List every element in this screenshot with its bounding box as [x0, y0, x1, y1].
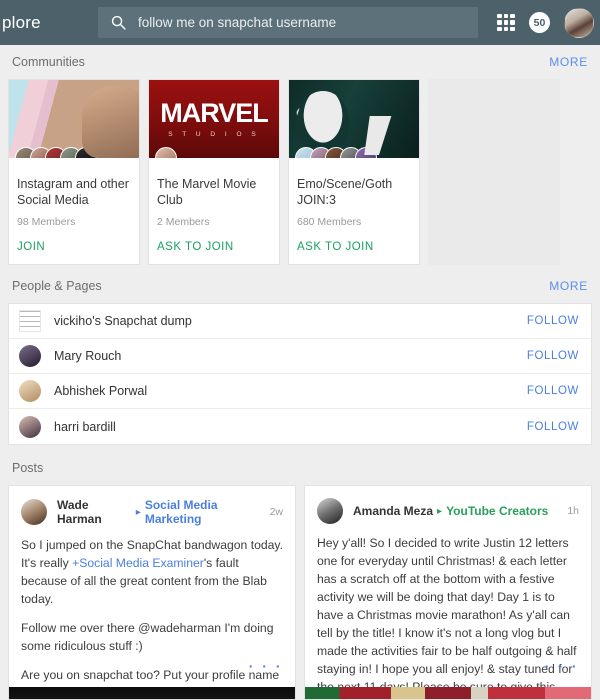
post-attached-image[interactable]: [305, 687, 591, 699]
list-item[interactable]: vickiho's Snapchat dump FOLLOW: [9, 304, 591, 339]
avatar[interactable]: [564, 7, 594, 38]
post-header: Wade Harman ▸ Social Media Marketing 2w: [9, 486, 295, 526]
post-paragraph: Hey y'all! So I decided to write Justin …: [317, 536, 577, 699]
community-join-button[interactable]: ASK TO JOIN: [297, 241, 411, 253]
follow-button[interactable]: FOLLOW: [527, 350, 579, 362]
communities-title: Communities: [12, 55, 85, 69]
avatar: [19, 380, 41, 402]
follow-button[interactable]: FOLLOW: [527, 385, 579, 397]
avatar: [19, 310, 41, 332]
post-attached-image[interactable]: [9, 687, 295, 699]
posts-row: Wade Harman ▸ Social Media Marketing 2w …: [0, 485, 600, 700]
notification-badge[interactable]: 50: [529, 12, 550, 33]
avatar[interactable]: [317, 498, 343, 524]
communities-section-header: Communities MORE: [0, 45, 600, 79]
search-input[interactable]: follow me on snapchat username: [98, 7, 478, 38]
avatar[interactable]: [21, 499, 47, 525]
community-card[interactable]: Emo/Scene/Goth JOIN:3 680 Members ASK TO…: [288, 79, 420, 265]
post-group[interactable]: YouTube Creators: [446, 504, 548, 518]
post-timestamp: 2w: [269, 506, 283, 518]
communities-more-link[interactable]: MORE: [549, 55, 588, 69]
community-name: Emo/Scene/Goth JOIN:3: [297, 177, 393, 207]
people-section-header: People & Pages MORE: [0, 269, 600, 303]
post-more-menu[interactable]: · · ·: [545, 658, 579, 674]
community-join-button[interactable]: JOIN: [17, 241, 131, 253]
community-cover-image: [9, 80, 139, 158]
avatar: [19, 345, 41, 367]
search-icon: [110, 14, 127, 31]
follow-button[interactable]: FOLLOW: [527, 315, 579, 327]
marvel-logo-text: MARVEL: [160, 98, 269, 128]
community-card-body: The Marvel Movie Club 2 Members ASK TO J…: [149, 158, 279, 264]
post-timestamp: 1h: [567, 505, 579, 517]
community-member-count: 98 Members: [17, 216, 76, 228]
page-title: plore: [2, 12, 41, 32]
member-avatar-stack: [155, 147, 177, 158]
person-name: vickiho's Snapchat dump: [54, 314, 192, 328]
communities-strip: Instagram and other Social Media 98 Memb…: [0, 79, 600, 265]
post-more-menu[interactable]: · · ·: [249, 658, 283, 674]
people-list: vickiho's Snapchat dump FOLLOW Mary Rouc…: [8, 303, 592, 445]
post-card[interactable]: Wade Harman ▸ Social Media Marketing 2w …: [8, 485, 296, 700]
post-paragraph: So I jumped on the SnapChat bandwagon to…: [21, 536, 283, 608]
search-query-text: follow me on snapchat username: [138, 15, 337, 30]
community-cover-image: [289, 80, 419, 158]
apps-grid-icon[interactable]: [497, 13, 515, 32]
chevron-right-icon: ▸: [437, 505, 443, 517]
list-item[interactable]: Abhishek Porwal FOLLOW: [9, 374, 591, 409]
post-group[interactable]: Social Media Marketing: [145, 498, 270, 526]
list-item[interactable]: Mary Rouch FOLLOW: [9, 339, 591, 374]
community-card-body: Emo/Scene/Goth JOIN:3 680 Members ASK TO…: [289, 158, 419, 264]
community-cover-image: MARVEL S T U D I O S: [149, 80, 279, 158]
community-member-count: 2 Members: [157, 216, 210, 228]
community-join-button[interactable]: ASK TO JOIN: [157, 241, 271, 253]
posts-section-header: Posts: [0, 451, 600, 485]
post-card[interactable]: Amanda Meza ▸ YouTube Creators 1h Hey y'…: [304, 485, 592, 700]
list-item[interactable]: harri bardill FOLLOW: [9, 409, 591, 444]
person-name: Mary Rouch: [54, 349, 122, 363]
person-name: harri bardill: [54, 419, 116, 434]
post-author[interactable]: Amanda Meza: [353, 504, 433, 518]
marvel-logo-subtext: S T U D I O S: [168, 131, 260, 138]
person-name: Abhishek Porwal: [54, 384, 148, 398]
member-avatar-stack: [295, 147, 377, 158]
community-card[interactable]: MARVEL S T U D I O S The Marvel Movie Cl…: [148, 79, 280, 265]
member-avatar-stack: [15, 147, 97, 158]
avatar: [19, 415, 41, 438]
community-card[interactable]: Instagram and other Social Media 98 Memb…: [8, 79, 140, 265]
chevron-right-icon: ▸: [135, 506, 141, 518]
people-title: People & Pages: [12, 279, 102, 293]
people-more-link[interactable]: MORE: [549, 279, 588, 293]
community-name: The Marvel Movie Club: [157, 177, 257, 207]
community-name: Instagram and other Social Media: [17, 177, 129, 207]
community-card-placeholder: [428, 79, 560, 265]
post-author[interactable]: Wade Harman: [57, 498, 132, 526]
post-mention-link[interactable]: +Social Media Examiner: [72, 556, 204, 570]
post-paragraph: Follow me over there @wadeharman I'm doi…: [21, 621, 274, 654]
community-card-body: Instagram and other Social Media 98 Memb…: [9, 158, 139, 264]
post-header: Amanda Meza ▸ YouTube Creators 1h: [305, 486, 591, 524]
app-header: plore follow me on snapchat username 50: [0, 0, 600, 45]
community-member-count: 680 Members: [297, 216, 362, 228]
posts-title: Posts: [12, 461, 44, 475]
header-actions: 50: [497, 0, 594, 45]
follow-button[interactable]: FOLLOW: [527, 421, 579, 433]
